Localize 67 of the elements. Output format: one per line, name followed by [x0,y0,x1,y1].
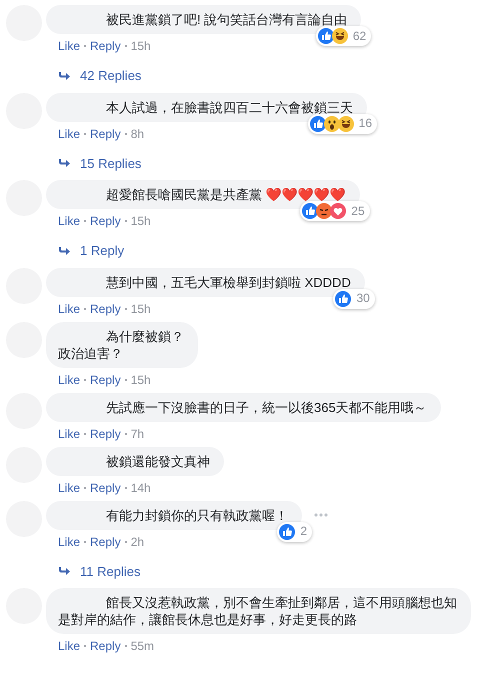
timestamp[interactable]: 55m [130,638,154,654]
comment-text: 有能力封鎖你的只有執政黨喔！ [105,506,288,524]
reaction-count: 62 [352,28,366,44]
comment-text: 被民進黨鎖了吧! 說句笑話台灣有言論自由 [105,11,348,28]
wow-reaction-icon [324,116,340,132]
reply-arrow-icon [58,158,70,168]
reply-link[interactable]: Reply [90,300,121,316]
like-link[interactable]: Like [58,426,80,442]
reaction-badge[interactable]: 2 [277,522,312,542]
timestamp[interactable]: 15h [130,38,151,54]
love-reaction-icon [330,203,346,219]
reply-link[interactable]: Reply [90,372,121,388]
reaction-count: 16 [358,115,372,132]
replies-link[interactable]: 42 Replies [80,66,142,86]
timestamp[interactable]: 8h [130,126,144,142]
timestamp[interactable]: 14h [130,480,151,496]
timestamp[interactable]: 2h [130,534,144,550]
timestamp[interactable]: 7h [130,426,144,442]
comment-text: 本人試過，在臉書說四百二十六會被鎖三天 [105,98,353,116]
reply-link[interactable]: Reply [90,126,121,142]
reply-link[interactable]: Reply [90,638,121,654]
reply-arrow-icon [58,566,70,576]
like-reaction-icon [302,203,318,219]
timestamp[interactable]: 15h [130,213,151,229]
comment-text: 被鎖還能發文真神 [105,452,210,470]
like-link[interactable]: Like [58,480,80,496]
timestamp[interactable]: 15h [130,300,151,316]
haha-reaction-icon [338,116,354,132]
reply-arrow-icon [58,246,70,256]
reply-arrow-icon [58,70,70,81]
comment-text: 超愛館長嗆國民黨是共產黨 ❤❤❤❤❤ [105,186,346,203]
haha-reaction-icon [332,28,348,44]
like-link[interactable]: Like [58,126,80,142]
like-reaction-icon [279,524,296,540]
like-reaction-icon [310,116,326,132]
replies-link[interactable]: 1 Reply [80,241,124,260]
comment-text: 先試應一下沒臉書的日子，統一以後365天都不能用哦～ [105,398,427,416]
more-options-icon[interactable] [314,513,328,517]
reaction-badge[interactable]: 25 [300,201,370,221]
reply-link[interactable]: Reply [90,480,121,496]
like-link[interactable]: Like [58,213,80,229]
replies-link[interactable]: 11 Replies [80,562,140,581]
reply-link[interactable]: Reply [90,426,121,442]
comment-text: 是對岸的結作，讓館長休息也是好事，好走更長的路 [58,611,357,628]
reaction-count: 2 [300,523,307,540]
comment-text: 政治迫害？ [58,344,123,362]
reply-link[interactable]: Reply [90,534,121,550]
like-reaction-icon [318,28,334,44]
angry-reaction-icon [316,203,332,219]
like-link[interactable]: Like [58,638,80,654]
like-reaction-icon [335,290,352,306]
reply-link[interactable]: Reply [90,38,121,54]
comment-text: 館長又沒惹執政黨，別不會生牽扯到鄰居，這不用頭腦想也知 [105,594,457,611]
like-link[interactable]: Like [58,300,80,316]
like-link[interactable]: Like [58,38,80,54]
reaction-count: 30 [356,290,370,307]
reaction-badge[interactable]: 62 [316,26,372,46]
comment-text: 為什麼被鎖？ [105,328,184,344]
timestamp[interactable]: 15h [130,372,151,388]
reply-link[interactable]: Reply [90,213,121,229]
like-link[interactable]: Like [58,534,80,550]
replies-link[interactable]: 15 Replies [80,154,142,173]
like-link[interactable]: Like [58,372,80,388]
reaction-badge[interactable]: 30 [333,288,375,308]
comment-text: 慧到中國，五毛大軍檢舉到封鎖啦 XDDDD [105,274,351,290]
reaction-badge[interactable]: 16 [308,114,377,134]
reaction-count: 25 [351,202,365,220]
